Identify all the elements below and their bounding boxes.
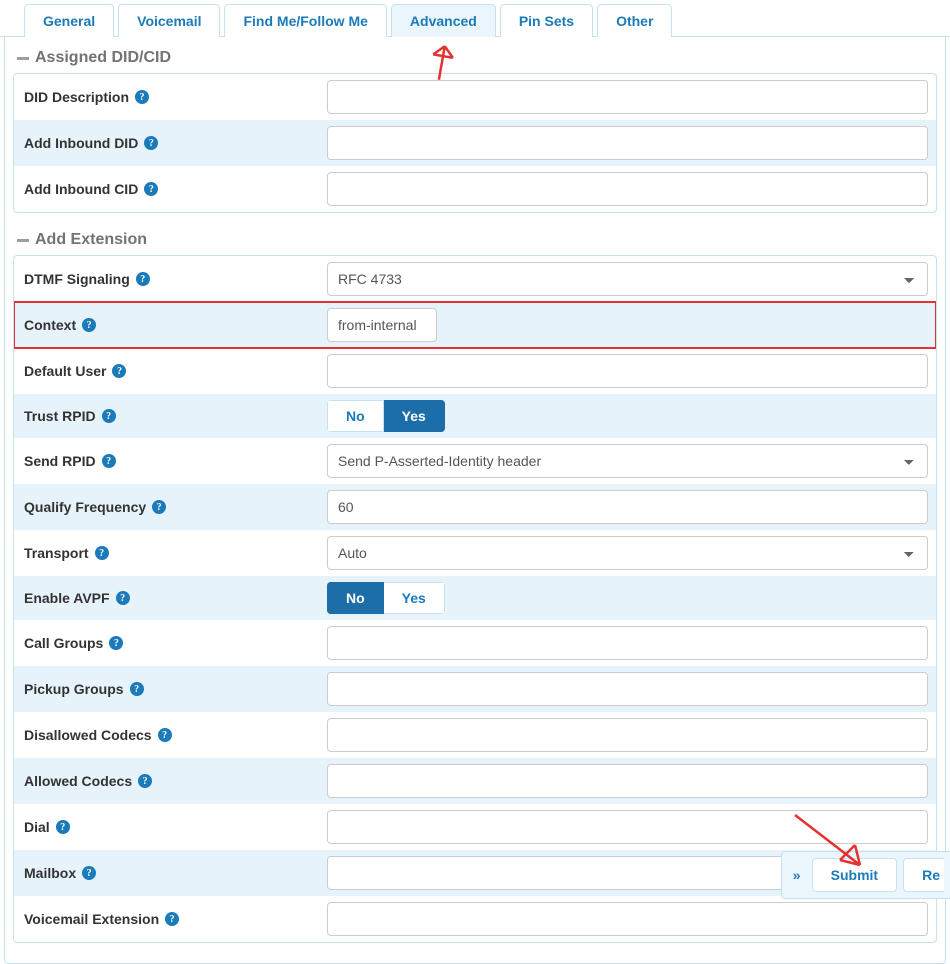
tab-advanced[interactable]: Advanced bbox=[391, 4, 496, 37]
help-icon[interactable] bbox=[116, 591, 130, 605]
enable-avpf-toggle: No Yes bbox=[327, 582, 445, 614]
section-assigned: DID Description Add Inbound DID Add Inbo… bbox=[13, 73, 937, 213]
help-icon[interactable] bbox=[136, 272, 150, 286]
send-rpid-select[interactable]: Send P-Asserted-Identity header bbox=[327, 444, 928, 478]
help-icon[interactable] bbox=[95, 546, 109, 560]
help-icon[interactable] bbox=[165, 912, 179, 926]
add-inbound-did-label: Add Inbound DID bbox=[24, 135, 138, 151]
dtmf-select[interactable]: RFC 4733 bbox=[327, 262, 928, 296]
reset-button-partial[interactable]: Re bbox=[903, 858, 944, 892]
help-icon[interactable] bbox=[56, 820, 70, 834]
dial-input[interactable] bbox=[327, 810, 928, 844]
help-icon[interactable] bbox=[82, 318, 96, 332]
tab-findme[interactable]: Find Me/Follow Me bbox=[224, 4, 386, 37]
tab-bar: General Voicemail Find Me/Follow Me Adva… bbox=[0, 0, 950, 37]
section-addext: DTMF Signaling RFC 4733 Context Default … bbox=[13, 255, 937, 943]
help-icon[interactable] bbox=[82, 866, 96, 880]
default-user-label: Default User bbox=[24, 363, 106, 379]
help-icon[interactable] bbox=[102, 454, 116, 468]
did-description-input[interactable] bbox=[327, 80, 928, 114]
help-icon[interactable] bbox=[109, 636, 123, 650]
trust-rpid-no[interactable]: No bbox=[327, 400, 384, 432]
default-user-input[interactable] bbox=[327, 354, 928, 388]
voicemail-ext-input[interactable] bbox=[327, 902, 928, 936]
add-inbound-cid-label: Add Inbound CID bbox=[24, 181, 138, 197]
send-rpid-label: Send RPID bbox=[24, 453, 96, 469]
did-description-label: DID Description bbox=[24, 89, 129, 105]
section-assigned-head[interactable]: Assigned DID/CID bbox=[13, 45, 937, 73]
section-addext-head[interactable]: Add Extension bbox=[13, 227, 937, 255]
dtmf-label: DTMF Signaling bbox=[24, 271, 130, 287]
qualify-freq-label: Qualify Frequency bbox=[24, 499, 146, 515]
tab-voicemail[interactable]: Voicemail bbox=[118, 4, 220, 37]
help-icon[interactable] bbox=[144, 182, 158, 196]
tab-panel-advanced: Assigned DID/CID DID Description Add Inb… bbox=[4, 37, 946, 964]
mailbox-label: Mailbox bbox=[24, 865, 76, 881]
allowed-codecs-label: Allowed Codecs bbox=[24, 773, 132, 789]
section-assigned-title: Assigned DID/CID bbox=[35, 49, 171, 67]
collapse-icon bbox=[17, 239, 29, 242]
help-icon[interactable] bbox=[130, 682, 144, 696]
context-input[interactable] bbox=[327, 308, 437, 342]
help-icon[interactable] bbox=[144, 136, 158, 150]
tab-pinsets[interactable]: Pin Sets bbox=[500, 4, 593, 37]
help-icon[interactable] bbox=[102, 409, 116, 423]
help-icon[interactable] bbox=[112, 364, 126, 378]
call-groups-label: Call Groups bbox=[24, 635, 103, 651]
help-icon[interactable] bbox=[158, 728, 172, 742]
transport-label: Transport bbox=[24, 545, 89, 561]
trust-rpid-label: Trust RPID bbox=[24, 408, 96, 424]
tab-other[interactable]: Other bbox=[597, 4, 672, 37]
allowed-codecs-input[interactable] bbox=[327, 764, 928, 798]
submit-button[interactable]: Submit bbox=[812, 858, 897, 892]
add-inbound-cid-input[interactable] bbox=[327, 172, 928, 206]
footer-bar: » Submit Re bbox=[781, 851, 950, 899]
help-icon[interactable] bbox=[135, 90, 149, 104]
context-label: Context bbox=[24, 317, 76, 333]
trust-rpid-toggle: No Yes bbox=[327, 400, 445, 432]
dial-label: Dial bbox=[24, 819, 50, 835]
context-row-highlighted: Context bbox=[14, 302, 936, 348]
disallowed-codecs-label: Disallowed Codecs bbox=[24, 727, 152, 743]
help-icon[interactable] bbox=[138, 774, 152, 788]
disallowed-codecs-input[interactable] bbox=[327, 718, 928, 752]
transport-select[interactable]: Auto bbox=[327, 536, 928, 570]
enable-avpf-label: Enable AVPF bbox=[24, 590, 110, 606]
enable-avpf-no[interactable]: No bbox=[327, 582, 384, 614]
call-groups-input[interactable] bbox=[327, 626, 928, 660]
collapse-icon bbox=[17, 57, 29, 60]
add-inbound-did-input[interactable] bbox=[327, 126, 928, 160]
tab-general[interactable]: General bbox=[24, 4, 114, 37]
help-icon[interactable] bbox=[152, 500, 166, 514]
section-addext-title: Add Extension bbox=[35, 231, 147, 249]
pickup-groups-input[interactable] bbox=[327, 672, 928, 706]
enable-avpf-yes[interactable]: Yes bbox=[384, 582, 445, 614]
trust-rpid-yes[interactable]: Yes bbox=[384, 400, 445, 432]
pickup-groups-label: Pickup Groups bbox=[24, 681, 124, 697]
footer-expand-icon[interactable]: » bbox=[788, 863, 806, 887]
qualify-freq-input[interactable] bbox=[327, 490, 928, 524]
voicemail-ext-label: Voicemail Extension bbox=[24, 911, 159, 927]
